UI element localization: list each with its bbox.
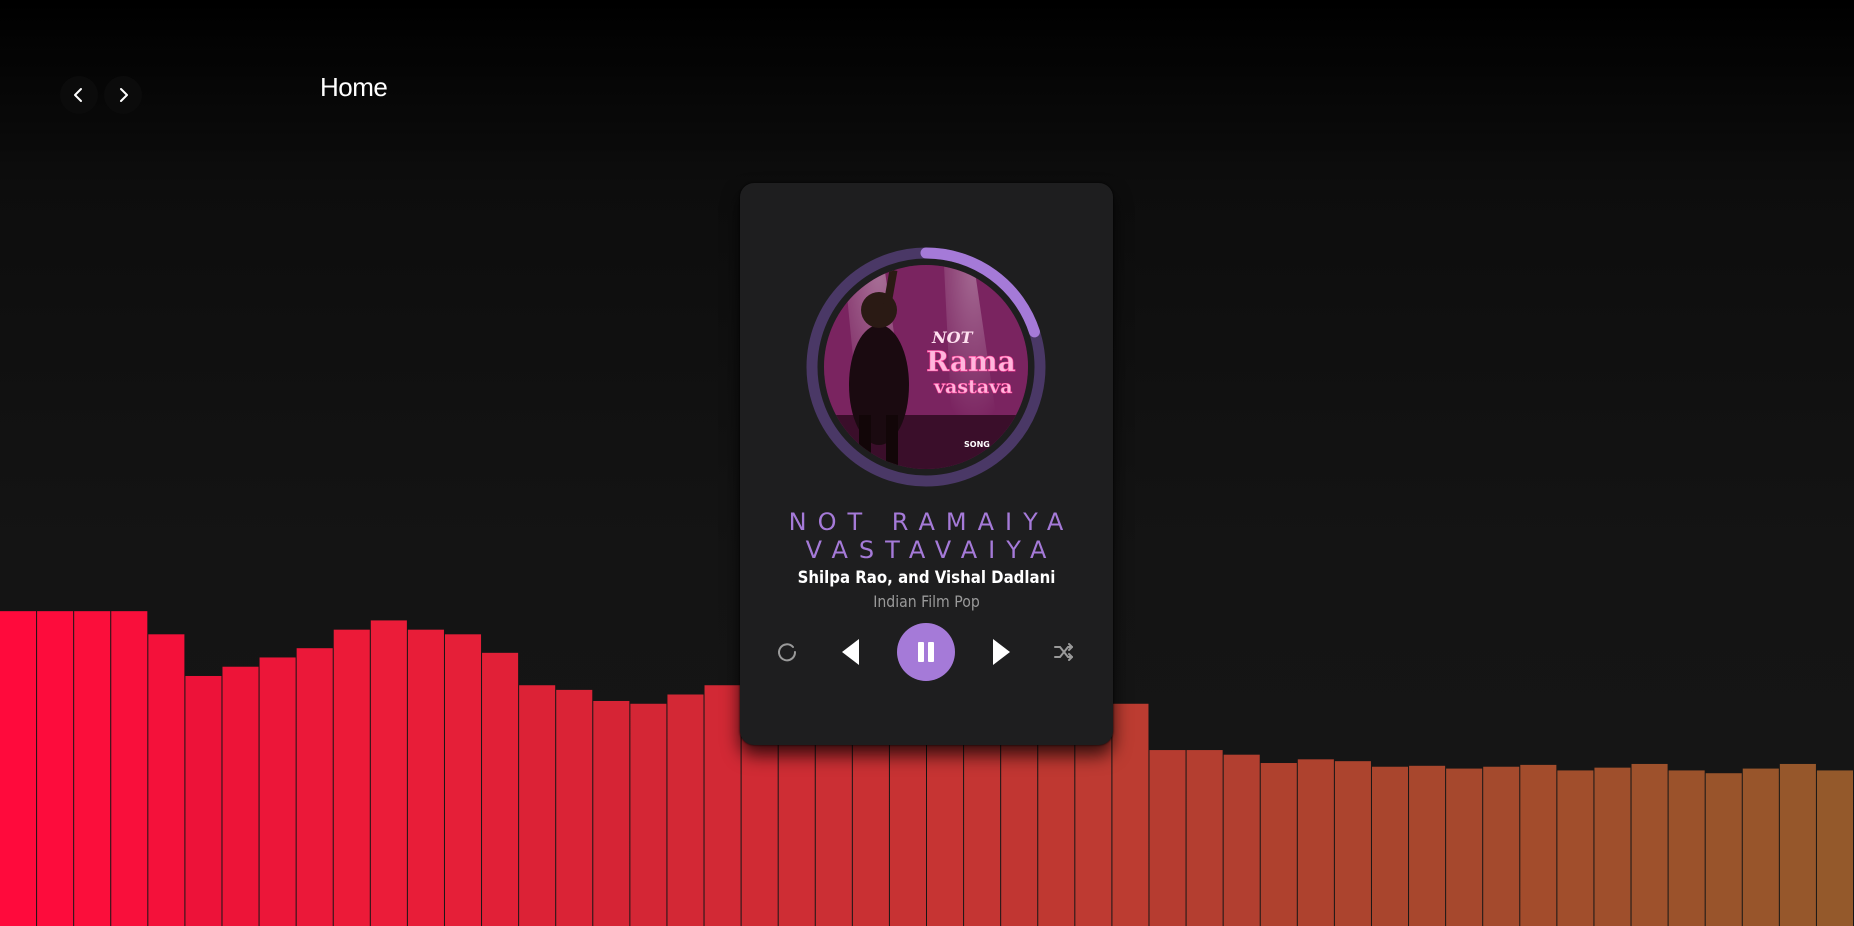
- visualizer-bar: [1668, 770, 1705, 926]
- visualizer-bar: [148, 634, 185, 926]
- visualizer-bar: [1557, 770, 1594, 926]
- chevron-right-icon: [120, 88, 128, 102]
- shuffle-icon: [1054, 643, 1073, 661]
- playback-controls: [740, 623, 1113, 683]
- visualizer-bar: [1260, 763, 1297, 926]
- visualizer-bar: [667, 694, 704, 926]
- pause-icon: [918, 642, 934, 662]
- visualizer-bar: [1594, 767, 1631, 926]
- navigation-controls: [60, 76, 142, 114]
- song-artist: Shilpa Rao, and Vishal Dadlani: [797, 568, 1056, 588]
- visualizer-bar: [296, 648, 333, 926]
- visualizer-bar: [593, 700, 630, 926]
- visualizer-bar: [1409, 765, 1446, 926]
- album-art: NOT Rama vastava SONG: [824, 265, 1028, 469]
- song-genre: Indian Film Pop: [873, 592, 980, 611]
- visualizer-bar: [704, 685, 741, 926]
- play-pause-button[interactable]: [897, 623, 955, 681]
- svg-text:SONG: SONG: [964, 440, 990, 449]
- visualizer-bar: [1446, 768, 1483, 926]
- page-title: Home: [320, 72, 388, 102]
- visualizer-bar: [111, 611, 148, 926]
- previous-icon: [842, 639, 859, 665]
- repeat-button[interactable]: [774, 639, 800, 665]
- back-button[interactable]: [60, 76, 98, 114]
- visualizer-bar: [1334, 761, 1371, 926]
- visualizer-bar: [556, 689, 593, 926]
- visualizer-bar: [1297, 759, 1334, 926]
- visualizer-bar: [1779, 763, 1816, 926]
- visualizer-bar: [1520, 764, 1557, 926]
- visualizer-bar: [1631, 763, 1668, 926]
- visualizer-bar: [444, 634, 482, 926]
- visualizer-bar: [1371, 766, 1409, 926]
- visualizer-bar: [333, 629, 370, 926]
- visualizer-bar: [1223, 754, 1260, 926]
- visualizer-bar: [1112, 703, 1149, 926]
- visualizer-bar: [1816, 770, 1853, 926]
- visualizer-bar: [185, 675, 222, 926]
- song-title: NOT RAMAIYA VASTAVAIYA: [788, 508, 1075, 564]
- visualizer-bar: [1705, 773, 1742, 926]
- svg-text:vastava: vastava: [933, 376, 1013, 398]
- visualizer-bar: [630, 703, 667, 926]
- visualizer-bar: [74, 611, 111, 926]
- visualizer-bar: [407, 629, 444, 926]
- visualizer-bar: [1742, 768, 1779, 926]
- next-icon: [993, 639, 1010, 665]
- visualizer-bar: [370, 620, 407, 926]
- visualizer-bar: [1186, 750, 1223, 926]
- visualizer-bar: [1483, 766, 1520, 926]
- chevron-left-icon: [74, 88, 82, 102]
- visualizer-bar: [37, 611, 74, 926]
- visualizer-bar: [1149, 750, 1186, 926]
- previous-button[interactable]: [838, 637, 862, 667]
- shuffle-button[interactable]: [1051, 639, 1077, 665]
- next-button[interactable]: [990, 637, 1014, 667]
- visualizer-bar: [0, 611, 37, 926]
- svg-text:Rama: Rama: [926, 345, 1016, 378]
- forward-button[interactable]: [104, 76, 142, 114]
- repeat-icon: [778, 643, 797, 662]
- visualizer-bar: [259, 657, 296, 926]
- visualizer-bar: [482, 652, 519, 926]
- visualizer-bar: [519, 685, 556, 926]
- visualizer-bar: [222, 666, 259, 926]
- player-card: NOT Rama vastava SONG NOT RAMAIYA VASTAV…: [740, 183, 1113, 745]
